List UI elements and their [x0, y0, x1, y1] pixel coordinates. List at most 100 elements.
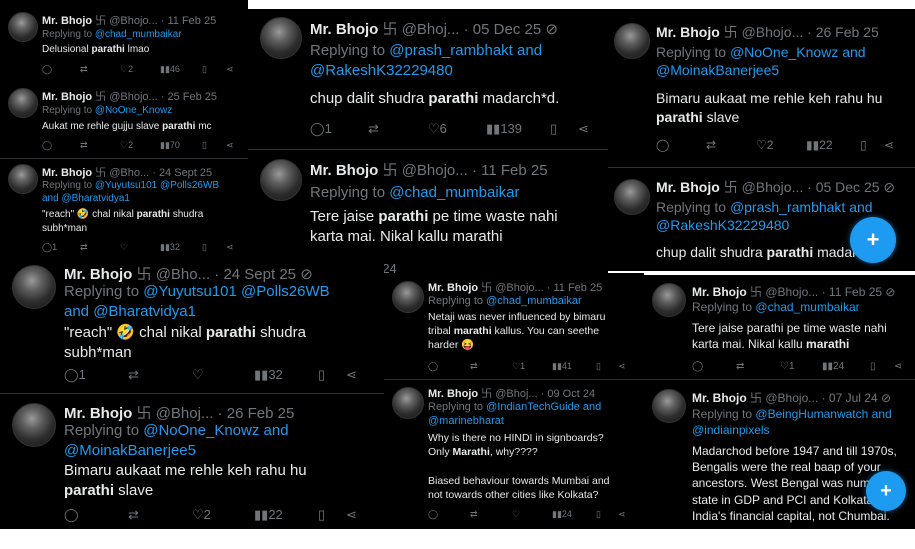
author-name[interactable]: Mr. Bhojo [310, 162, 378, 179]
tweet-date[interactable]: · 24 Sept 25 [214, 266, 296, 283]
like-icon[interactable]: ♡2 [120, 140, 133, 151]
avatar[interactable] [392, 387, 424, 419]
share-icon[interactable]: ⋖ [226, 140, 234, 151]
mention[interactable]: @chad_mumbaikar [95, 29, 182, 40]
reply-icon[interactable]: ◯ [656, 138, 669, 152]
tweet[interactable]: Mr. Bhojo 卐 @Bho... · 24 Sept 25 Replyin… [0, 158, 248, 257]
reply-icon[interactable]: ◯1 [310, 121, 332, 137]
author-name[interactable]: Mr. Bhojo [42, 15, 92, 27]
avatar[interactable] [12, 265, 56, 309]
mention[interactable]: @RakeshK32229480 [310, 62, 453, 79]
share-icon[interactable]: ⋖ [226, 242, 234, 253]
tweet-date[interactable]: · 11 Feb 25 [161, 15, 216, 27]
tweet[interactable]: Mr. Bhojo 卐 @Bhojo... · 11 Feb 25 Replyi… [248, 149, 608, 273]
retweet-icon[interactable]: ⇄ [80, 242, 88, 253]
bookmark-icon[interactable]: ▯ [870, 361, 876, 372]
author-handle[interactable]: @Bhojo... [495, 282, 543, 294]
author-name[interactable]: Mr. Bhojo [656, 24, 720, 40]
reply-icon[interactable]: ◯1 [42, 242, 57, 253]
like-icon[interactable]: ♡6 [428, 121, 447, 137]
retweet-icon[interactable]: ⇄ [368, 121, 379, 137]
tweet-date[interactable]: · 05 Dec 25 [807, 179, 879, 195]
author-name[interactable]: Mr. Bhojo [310, 21, 378, 38]
reply-icon[interactable]: ◯ [692, 361, 703, 372]
retweet-icon[interactable]: ⇄ [736, 361, 744, 372]
mention[interactable]: @indiainpixels [692, 423, 770, 437]
compose-button[interactable]: + [866, 471, 906, 511]
tweet[interactable]: Mr. Bhojo 卐 @Bhoj... · 09 Oct 24 Replyin… [384, 379, 644, 529]
author-handle[interactable]: @Bhojo... [765, 391, 818, 405]
avatar[interactable] [392, 281, 424, 313]
bookmark-icon[interactable]: ▯ [202, 64, 207, 75]
bookmark-icon[interactable]: ▯ [202, 242, 207, 253]
avatar[interactable] [12, 403, 56, 447]
views-icon[interactable]: ▮▮32 [160, 242, 180, 253]
share-icon[interactable]: ⋖ [884, 138, 894, 152]
tweet[interactable]: Mr. Bhojo 卐 @Bho... · 24 Sept 25 ⊘ Reply… [0, 257, 384, 393]
grok-icon[interactable]: ⊘ [885, 285, 895, 299]
like-icon[interactable]: ♡2 [756, 138, 773, 152]
tweet-date[interactable]: · 05 Dec 25 [464, 21, 542, 38]
tweet[interactable]: Mr. Bhojo 卐 @Bhojo... · 11 Feb 25 Replyi… [384, 273, 644, 381]
avatar[interactable] [652, 283, 686, 317]
views-icon[interactable]: ▮▮139 [486, 121, 522, 137]
mention[interactable]: @chad_mumbaikar [389, 184, 519, 201]
bookmark-icon[interactable]: ▯ [202, 140, 207, 151]
views-icon[interactable]: ▮▮22 [806, 138, 833, 152]
author-handle[interactable]: @Bhojo... [402, 162, 468, 179]
author-name[interactable]: Mr. Bhojo [428, 388, 478, 400]
author-handle[interactable]: @Bhojo... [109, 15, 157, 27]
mention[interactable]: @Yuyutsu101 [95, 180, 157, 191]
like-icon[interactable]: ♡2 [120, 64, 133, 75]
author-name[interactable]: Mr. Bhojo [428, 282, 478, 294]
author-name[interactable]: Mr. Bhojo [692, 391, 747, 405]
author-name[interactable]: Mr. Bhojo [656, 179, 720, 195]
mention[interactable]: @Polls26WB [241, 283, 330, 300]
tweet-date[interactable]: · 11 Feb 25 [822, 285, 882, 299]
like-icon[interactable]: ♡ [512, 509, 520, 520]
tweet-date[interactable]: · 26 Feb 25 [218, 405, 295, 422]
reply-icon[interactable]: ◯ [42, 64, 52, 75]
retweet-icon[interactable]: ⇄ [706, 138, 716, 152]
mention[interactable]: @Bharatvidya1 [61, 193, 130, 204]
mention[interactable]: @IndianTechGuide [486, 401, 580, 413]
tweet[interactable]: Mr. Bhojo 卐 @Bhojo... · 26 Feb 25 Replyi… [608, 9, 915, 167]
grok-icon[interactable]: ⊘ [300, 266, 313, 283]
share-icon[interactable]: ⋖ [618, 361, 626, 372]
like-icon[interactable]: ♡2 [192, 507, 211, 523]
mention[interactable]: @prash_rambhakt [389, 42, 513, 59]
author-name[interactable]: Mr. Bhojo [692, 285, 747, 299]
mention[interactable]: @Bharatvidya1 [93, 303, 196, 320]
grok-icon[interactable]: ⊘ [883, 179, 895, 195]
share-icon[interactable]: ⋖ [578, 121, 589, 137]
bookmark-icon[interactable]: ▯ [318, 507, 325, 523]
like-icon[interactable]: ♡1 [512, 361, 525, 372]
author-handle[interactable]: @Bho... [156, 266, 210, 283]
retweet-icon[interactable]: ⇄ [470, 509, 478, 520]
reply-icon[interactable]: ◯ [428, 509, 438, 520]
tweet[interactable]: Mr. Bhojo 卐 @Bhoj... · 26 Feb 25 Replyin… [0, 393, 384, 529]
like-icon[interactable]: ♡ [120, 242, 128, 253]
tweet[interactable]: Mr. Bhojo 卐 @Bhoj... · 05 Dec 25 ⊘ Reply… [248, 9, 608, 149]
mention[interactable]: @NoOne_Knowz [95, 105, 172, 116]
tweet-date[interactable]: · 09 Oct 24 [541, 388, 595, 400]
mention[interactable]: @MoinakBanerjee5 [64, 442, 196, 459]
tweet-date[interactable]: · 24 Sept 25 [152, 167, 212, 179]
author-handle[interactable]: @Bhoj... [495, 388, 537, 400]
views-icon[interactable]: ▮▮24 [552, 509, 572, 520]
mention[interactable]: @BeingHumanwatch [755, 407, 868, 421]
author-handle[interactable]: @Bhoj... [402, 21, 460, 38]
share-icon[interactable]: ⋖ [226, 64, 234, 75]
bookmark-icon[interactable]: ▯ [596, 361, 601, 372]
tweet-date[interactable]: · 11 Feb 25 [472, 162, 548, 179]
views-icon[interactable]: ▮▮41 [552, 361, 572, 372]
retweet-icon[interactable]: ⇄ [128, 367, 139, 383]
author-handle[interactable]: @Bho... [109, 167, 149, 179]
retweet-icon[interactable]: ⇄ [80, 140, 88, 151]
grok-icon[interactable]: ⊘ [881, 391, 891, 405]
author-handle[interactable]: @Bhojo... [765, 285, 818, 299]
mention[interactable]: @NoOne_Knowz [143, 422, 259, 439]
mention[interactable]: @MoinakBanerjee5 [656, 62, 779, 78]
share-icon[interactable]: ⋖ [346, 367, 357, 383]
avatar[interactable] [652, 389, 686, 423]
